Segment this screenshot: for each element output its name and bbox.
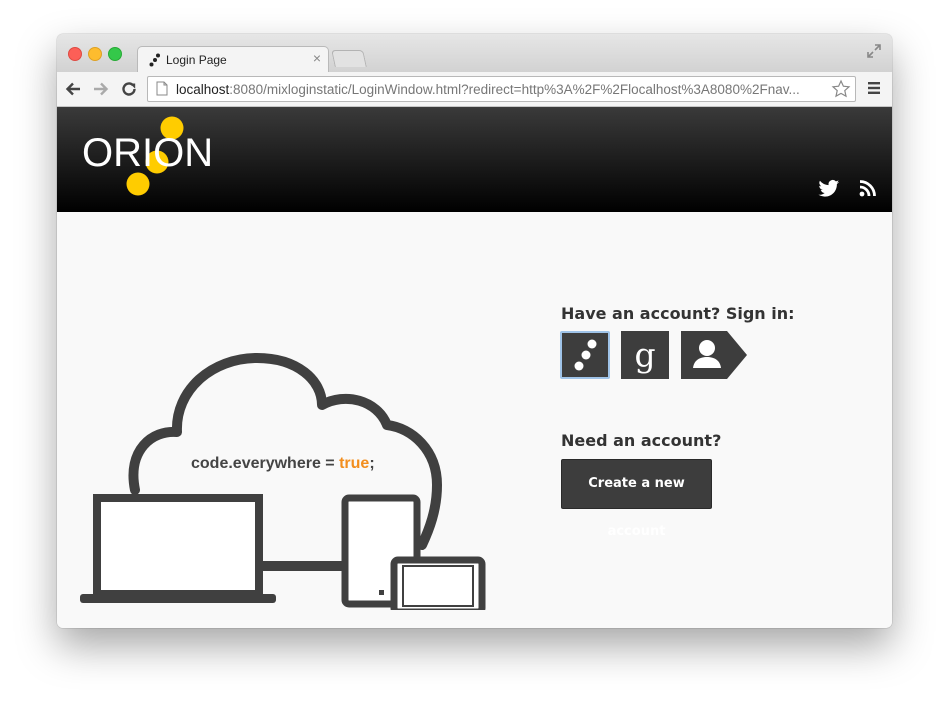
logo-text: ORION xyxy=(82,131,214,175)
browser-toolbar: localhost:8080/mixloginstatic/LoginWindo… xyxy=(57,72,892,107)
url-host: localhost xyxy=(176,82,230,97)
orion-signin-button[interactable] xyxy=(560,331,610,379)
create-account-button[interactable]: Create a new account xyxy=(561,459,712,539)
tab-close-icon[interactable]: × xyxy=(313,50,321,66)
site-header: ORION xyxy=(57,107,892,212)
bookmark-star-icon[interactable] xyxy=(831,79,851,99)
google-icon: g xyxy=(634,335,656,374)
tagline-suffix: ; xyxy=(369,455,375,472)
url-path: :8080/mixloginstatic/LoginWindow.html?re… xyxy=(229,82,800,97)
signup-heading: Need an account? xyxy=(561,431,722,450)
tagline-prefix: code.everywhere = xyxy=(191,455,340,472)
tab-login-page[interactable]: Login Page × xyxy=(137,46,329,73)
tab-title: Login Page xyxy=(166,53,227,67)
fullscreen-icon[interactable] xyxy=(866,43,882,59)
main-content: code.everywhere = true; Have an account?… xyxy=(57,212,892,628)
page-icon xyxy=(156,81,168,96)
tagline-keyword: true xyxy=(339,455,370,472)
menu-icon[interactable] xyxy=(867,81,881,95)
address-bar[interactable]: localhost:8080/mixloginstatic/LoginWindo… xyxy=(147,76,856,102)
new-tab-button[interactable] xyxy=(331,50,367,67)
orion-icon xyxy=(574,339,597,371)
reload-icon[interactable] xyxy=(120,80,138,98)
rss-icon[interactable] xyxy=(859,179,877,197)
browser-window: Login Page × localhost:8080/mixloginstat… xyxy=(57,34,892,628)
cloud-devices-illustration xyxy=(80,353,486,610)
code-tagline: code.everywhere = true; xyxy=(191,455,375,473)
forward-arrow-icon[interactable] xyxy=(92,80,110,98)
back-arrow-icon[interactable] xyxy=(64,80,82,98)
window-maximize-button[interactable] xyxy=(108,47,122,61)
url-text: localhost:8080/mixloginstatic/LoginWindo… xyxy=(176,82,826,97)
google-signin-button[interactable]: g xyxy=(621,331,669,379)
signin-heading: Have an account? Sign in: xyxy=(561,304,795,323)
window-close-button[interactable] xyxy=(68,47,82,61)
tab-strip: Login Page × xyxy=(57,34,892,73)
window-minimize-button[interactable] xyxy=(88,47,102,61)
orion-logo[interactable]: ORION xyxy=(79,116,213,202)
twitter-icon[interactable] xyxy=(818,179,840,199)
orion-favicon-icon xyxy=(149,53,160,67)
user-signin-button[interactable] xyxy=(681,331,747,379)
